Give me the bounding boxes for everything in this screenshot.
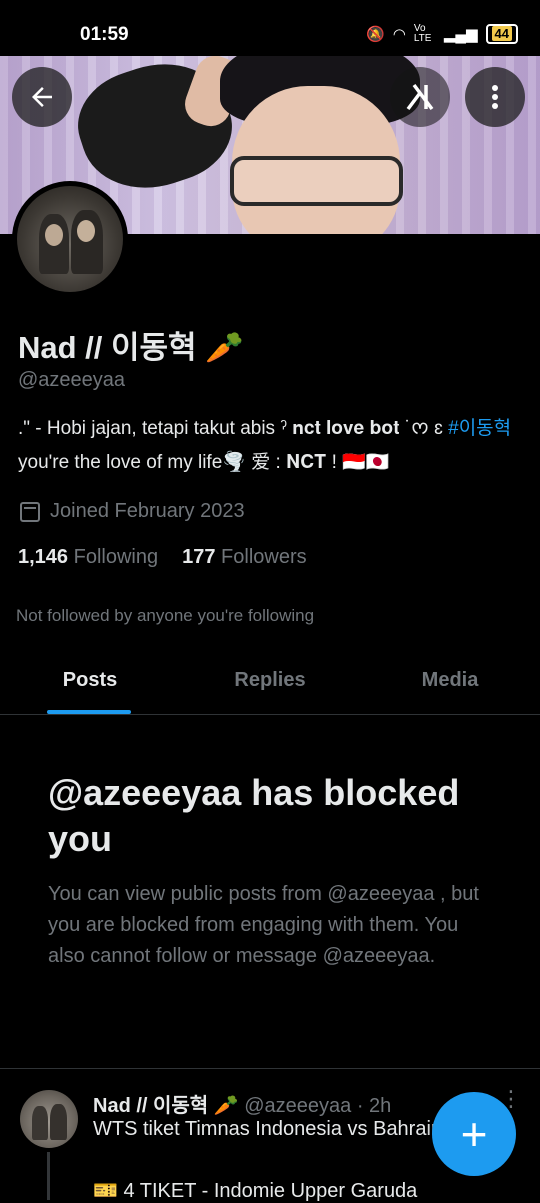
following-link[interactable]: 1,146 Following: [18, 546, 158, 569]
grok-logo-button[interactable]: [390, 67, 450, 127]
wifi-icon: ◠: [392, 26, 406, 43]
tab-replies[interactable]: Replies: [180, 650, 360, 714]
following-label: Following: [73, 546, 159, 568]
compose-post-button[interactable]: +: [432, 1092, 516, 1176]
followers-label: Followers: [221, 546, 307, 568]
avatar-image: [17, 186, 123, 292]
profile-handle: @azeeeyaa: [18, 369, 126, 391]
calendar-icon: [20, 501, 40, 522]
blocked-body: You can view public posts from @azeeeyaa…: [48, 883, 479, 967]
post-author-name[interactable]: Nad // 이동혁 🥕: [93, 1095, 239, 1117]
volte-label: Vo LTE: [413, 23, 432, 44]
section-divider: [0, 1068, 540, 1069]
bio-hashtag-link[interactable]: #이동혁: [448, 418, 511, 439]
status-icons: 🔕 ◠ Vo LTE ▂▄▆ 44: [366, 24, 518, 44]
mute-icon: 🔕: [366, 26, 385, 43]
post-meta: @azeeeyaa · 2h: [244, 1095, 392, 1117]
followers-count: 177: [182, 546, 216, 568]
profile-bio: ." - Hobi jajan, tetapi takut abis ˀ 𝐧𝐜𝐭…: [18, 412, 528, 480]
x-logo-icon: [406, 83, 434, 111]
back-button[interactable]: [12, 67, 72, 127]
plus-icon: +: [460, 1108, 488, 1160]
joined-label: Joined February 2023: [50, 500, 245, 522]
post-avatar[interactable]: [20, 1090, 78, 1148]
signal-icon: ▂▄▆: [443, 26, 478, 43]
following-count: 1,146: [18, 546, 69, 568]
tab-posts[interactable]: Posts: [0, 650, 180, 714]
more-vertical-icon: [492, 85, 498, 109]
joined-date: Joined February 2023: [20, 500, 245, 523]
profile-avatar[interactable]: [12, 181, 128, 297]
tab-media[interactable]: Media: [360, 650, 540, 714]
banner-glasses: [230, 156, 403, 206]
not-followed-notice: Not followed by anyone you're following: [16, 606, 315, 625]
status-time: 01:59: [80, 24, 129, 45]
bio-text-2: you're the love of my life🌪️ 爱 : 𝐍𝐂𝐓 ! 🇮…: [18, 452, 390, 473]
followers-link[interactable]: 177 Followers: [182, 546, 307, 569]
profile-name: Nad // 이동혁 🥕: [18, 330, 244, 365]
blocked-title: @azeeeyaa has blocked you: [48, 772, 460, 859]
more-options-button[interactable]: [465, 67, 525, 127]
thread-line: [47, 1152, 50, 1200]
profile-tabs: Posts Replies Media: [0, 650, 540, 715]
arrow-left-icon: [32, 87, 52, 107]
post-text-line-2[interactable]: 🎫 4 TIKET - Indomie Upper Garuda: [93, 1178, 540, 1203]
post-header: Nad // 이동혁 🥕 @azeeeyaa · 2h: [93, 1089, 391, 1118]
bio-text: ." - Hobi jajan, tetapi takut abis ˀ 𝐧𝐜𝐭…: [18, 418, 449, 439]
status-bar: 01:59 🔕 ◠ Vo LTE ▂▄▆ 44: [0, 0, 540, 56]
battery-icon: 44: [485, 24, 518, 44]
follow-stats: 1,146 Following 177 Followers: [18, 546, 307, 569]
